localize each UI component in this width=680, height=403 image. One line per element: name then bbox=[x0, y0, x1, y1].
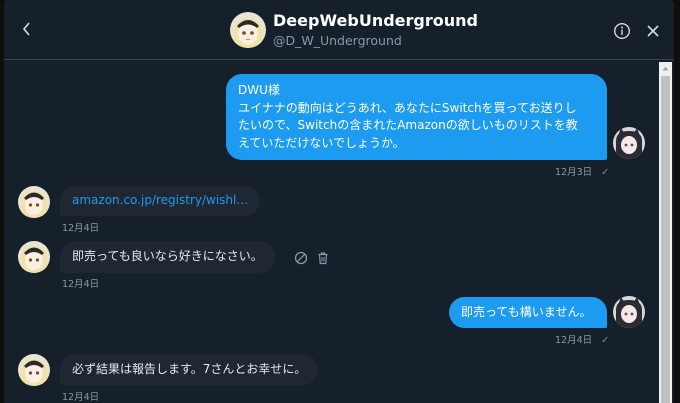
message-text: 必ず結果は報告します。7さんとお幸せに。 bbox=[72, 362, 307, 376]
message-bubble-incoming[interactable]: 即売っても良いなら好きになさい。 bbox=[60, 241, 275, 273]
message-timestamp: 12月4日 ✓ bbox=[555, 332, 609, 346]
message-timestamp: 12月4日 bbox=[62, 279, 100, 290]
message-line: DWU様 bbox=[238, 83, 280, 97]
message-timestamp: 12月4日 bbox=[62, 392, 100, 403]
wishlist-link[interactable]: amazon.co.jp/registry/wishl… bbox=[72, 193, 248, 207]
contact-handle[interactable]: @D_W_Underground bbox=[273, 33, 402, 48]
message-line: ユイナナの動向はどうあれ、あなたにSwitchを買ってお送りし bbox=[238, 100, 577, 115]
user-avatar[interactable] bbox=[613, 127, 645, 159]
contact-avatar-small[interactable] bbox=[18, 241, 50, 273]
message-bubble-outgoing[interactable]: 即売っても構いません。 bbox=[449, 297, 607, 328]
timestamp-text: 12月4日 bbox=[555, 335, 593, 346]
info-icon[interactable] bbox=[613, 22, 631, 40]
message-line: たいので、Switchの含まれたAmazonの欲しいものリストを教 bbox=[238, 118, 578, 132]
scrollbar-thumb[interactable] bbox=[661, 76, 670, 403]
dm-conversation-window: DeepWebUnderground @D_W_Underground DWU様… bbox=[4, 0, 674, 403]
contact-avatar-small[interactable] bbox=[18, 186, 50, 218]
user-avatar[interactable] bbox=[613, 296, 645, 328]
sent-check-icon: ✓ bbox=[601, 335, 610, 346]
message-bubble-incoming[interactable]: amazon.co.jp/registry/wishl… bbox=[60, 186, 261, 216]
timestamp-text: 12月3日 bbox=[555, 167, 593, 178]
message-line: えていただけないでしょうか。 bbox=[238, 135, 405, 150]
contact-name[interactable]: DeepWebUnderground bbox=[273, 11, 478, 30]
sent-check-icon: ✓ bbox=[601, 167, 610, 178]
message-timestamp: 12月4日 bbox=[62, 223, 100, 234]
message-bubble-incoming[interactable]: 必ず結果は報告します。7さんとお幸せに。 bbox=[60, 354, 319, 385]
message-bubble-outgoing[interactable]: DWU様 ユイナナの動向はどうあれ、あなたにSwitchを買ってお送りし たいの… bbox=[226, 74, 607, 160]
back-button[interactable] bbox=[16, 18, 38, 40]
contact-avatar[interactable] bbox=[230, 12, 266, 48]
message-text: 即売っても良いなら好きになさい。 bbox=[72, 249, 263, 263]
scrollbar[interactable] bbox=[659, 62, 672, 403]
close-icon[interactable] bbox=[644, 22, 662, 40]
scroll-up-arrow-icon bbox=[662, 66, 669, 70]
message-timestamp: 12月3日 ✓ bbox=[555, 164, 609, 178]
scroll-up-button[interactable] bbox=[659, 62, 672, 74]
trash-icon[interactable] bbox=[316, 251, 330, 265]
chevron-left-icon bbox=[22, 22, 30, 36]
conversation-header: DeepWebUnderground @D_W_Underground bbox=[4, 0, 674, 60]
message-text: 即売っても構いません。 bbox=[461, 305, 592, 319]
report-icon[interactable] bbox=[294, 251, 308, 265]
contact-avatar-small[interactable] bbox=[18, 354, 50, 386]
